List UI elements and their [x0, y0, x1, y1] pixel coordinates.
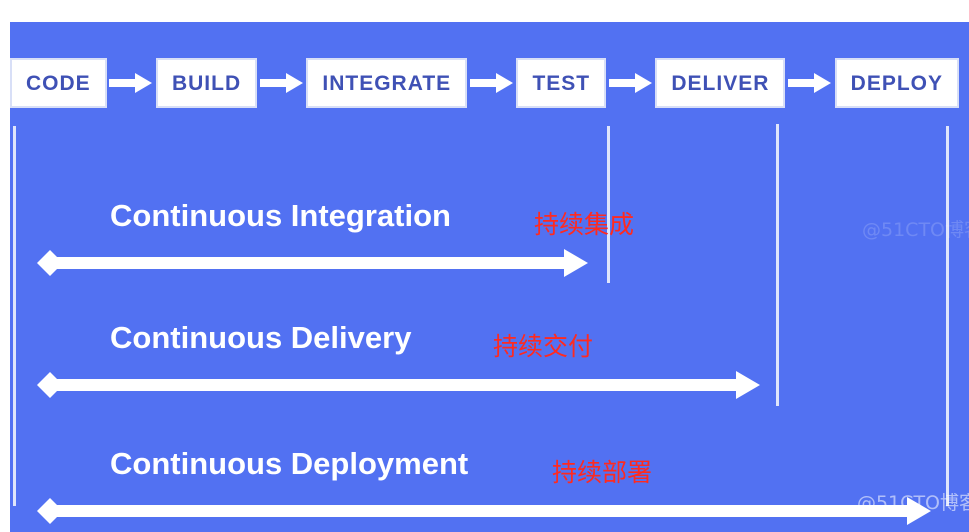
- measure-span-arrow: [30, 248, 590, 278]
- measure-title: Continuous Integration: [110, 198, 451, 233]
- pipeline-stage-label: DELIVER: [671, 71, 770, 95]
- measure-continuous-delivery: Continuous Delivery 持续交付: [0, 312, 969, 422]
- right-arrow-icon: [467, 72, 516, 94]
- right-arrow-icon: [107, 72, 156, 94]
- pipeline-stage-deploy[interactable]: DEPLOY: [834, 58, 960, 108]
- measure-note-chinese: 持续部署: [552, 458, 653, 487]
- pipeline-stage-build[interactable]: BUILD: [155, 58, 258, 108]
- right-arrow-icon: [606, 72, 655, 94]
- measure-note-chinese: 持续集成: [534, 210, 635, 239]
- measure-continuous-integration: Continuous Integration 持续集成: [0, 190, 969, 300]
- pipeline-stage-integrate[interactable]: INTEGRATE: [306, 58, 468, 108]
- top-white-margin: [0, 0, 969, 22]
- measure-continuous-deployment: Continuous Deployment 持续部署: [0, 438, 969, 532]
- pipeline-stage-label: TEST: [532, 71, 591, 95]
- right-arrow-icon: [257, 72, 306, 94]
- pipeline-stage-label: CODE: [26, 71, 91, 95]
- pipeline-stage-deliver[interactable]: DELIVER: [655, 58, 786, 108]
- pipeline-stage-label: DEPLOY: [850, 71, 944, 95]
- measure-title: Continuous Delivery: [110, 320, 412, 355]
- pipeline-stage-label: INTEGRATE: [322, 71, 452, 95]
- right-arrow-icon: [785, 72, 834, 94]
- pipeline-stage-test[interactable]: TEST: [516, 58, 607, 108]
- ci-cd-diagram-canvas: CODE BUILD INTEGRATE TEST DELIVER DEPLOY…: [0, 0, 969, 532]
- pipeline-stage-label: BUILD: [171, 71, 242, 95]
- measure-note-chinese: 持续交付: [493, 332, 594, 361]
- measure-span-arrow: [30, 370, 762, 400]
- measure-title: Continuous Deployment: [110, 446, 469, 481]
- pipeline-row: CODE BUILD INTEGRATE TEST DELIVER DEPLOY: [10, 56, 960, 110]
- measure-span-arrow: [30, 496, 933, 526]
- pipeline-stage-code[interactable]: CODE: [10, 58, 107, 108]
